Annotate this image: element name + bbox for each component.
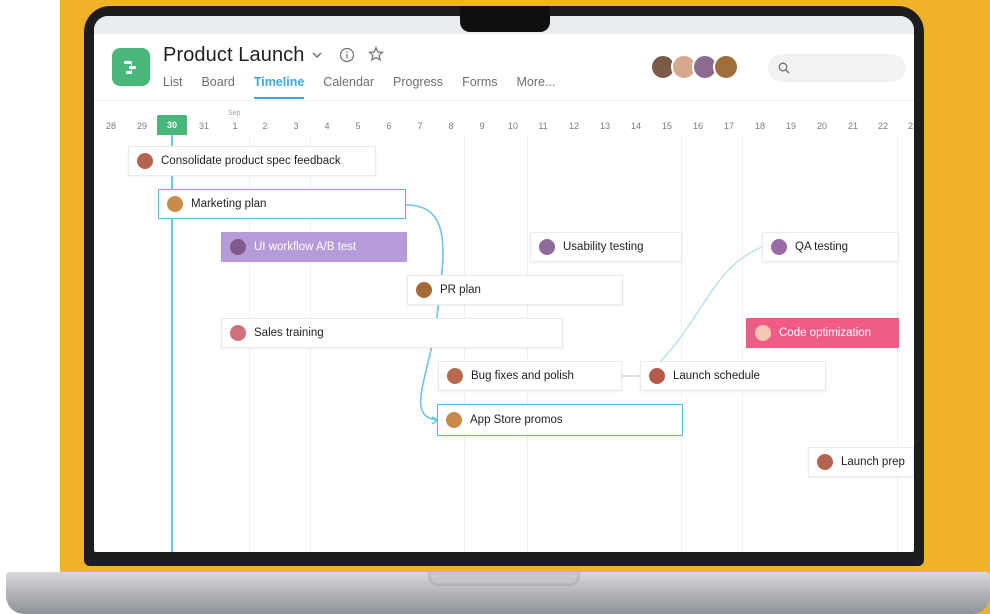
task-sales-training[interactable]: Sales training bbox=[221, 318, 563, 348]
task-code-optimization[interactable]: Code optimization bbox=[746, 318, 899, 348]
task-label: PR plan bbox=[440, 284, 481, 296]
task-pr-plan[interactable]: PR plan bbox=[407, 275, 623, 305]
avatar bbox=[817, 454, 833, 470]
avatar bbox=[649, 368, 665, 384]
avatar bbox=[137, 153, 153, 169]
task-ui-workflow-ab-test[interactable]: UI workflow A/B test bbox=[221, 232, 407, 262]
task-label: Marketing plan bbox=[191, 198, 267, 210]
task-label: Launch prep bbox=[841, 456, 905, 468]
task-label: Bug fixes and polish bbox=[471, 370, 574, 382]
task-label: Usability testing bbox=[563, 241, 644, 253]
camera-notch bbox=[460, 6, 550, 32]
task-app-store-promos[interactable]: App Store promos bbox=[437, 404, 683, 436]
task-label: QA testing bbox=[795, 241, 849, 253]
avatar bbox=[447, 368, 463, 384]
task-qa-testing[interactable]: QA testing bbox=[762, 232, 899, 262]
task-label: Consolidate product spec feedback bbox=[161, 155, 341, 167]
avatar bbox=[416, 282, 432, 298]
task-marketing-plan[interactable]: Marketing plan bbox=[158, 189, 406, 219]
task-label: Code optimization bbox=[779, 327, 872, 339]
task-label: UI workflow A/B test bbox=[254, 241, 357, 253]
task-label: Sales training bbox=[254, 327, 324, 339]
avatar bbox=[755, 325, 771, 341]
laptop-hinge-notch bbox=[428, 572, 580, 586]
avatar bbox=[539, 239, 555, 255]
task-launch-schedule[interactable]: Launch schedule bbox=[640, 361, 826, 391]
task-usability-testing[interactable]: Usability testing bbox=[530, 232, 682, 262]
avatar bbox=[230, 239, 246, 255]
app-screen: Product Launch List Board Timeline Calen… bbox=[94, 16, 914, 552]
task-label: Launch schedule bbox=[673, 370, 760, 382]
task-bug-fixes[interactable]: Bug fixes and polish bbox=[438, 361, 622, 391]
task-label: App Store promos bbox=[470, 414, 563, 426]
avatar bbox=[446, 412, 462, 428]
task-launch-prep[interactable]: Launch prep bbox=[808, 447, 914, 477]
avatar bbox=[771, 239, 787, 255]
avatar bbox=[230, 325, 246, 341]
task-consolidate-spec[interactable]: Consolidate product spec feedback bbox=[128, 146, 376, 176]
avatar bbox=[167, 196, 183, 212]
